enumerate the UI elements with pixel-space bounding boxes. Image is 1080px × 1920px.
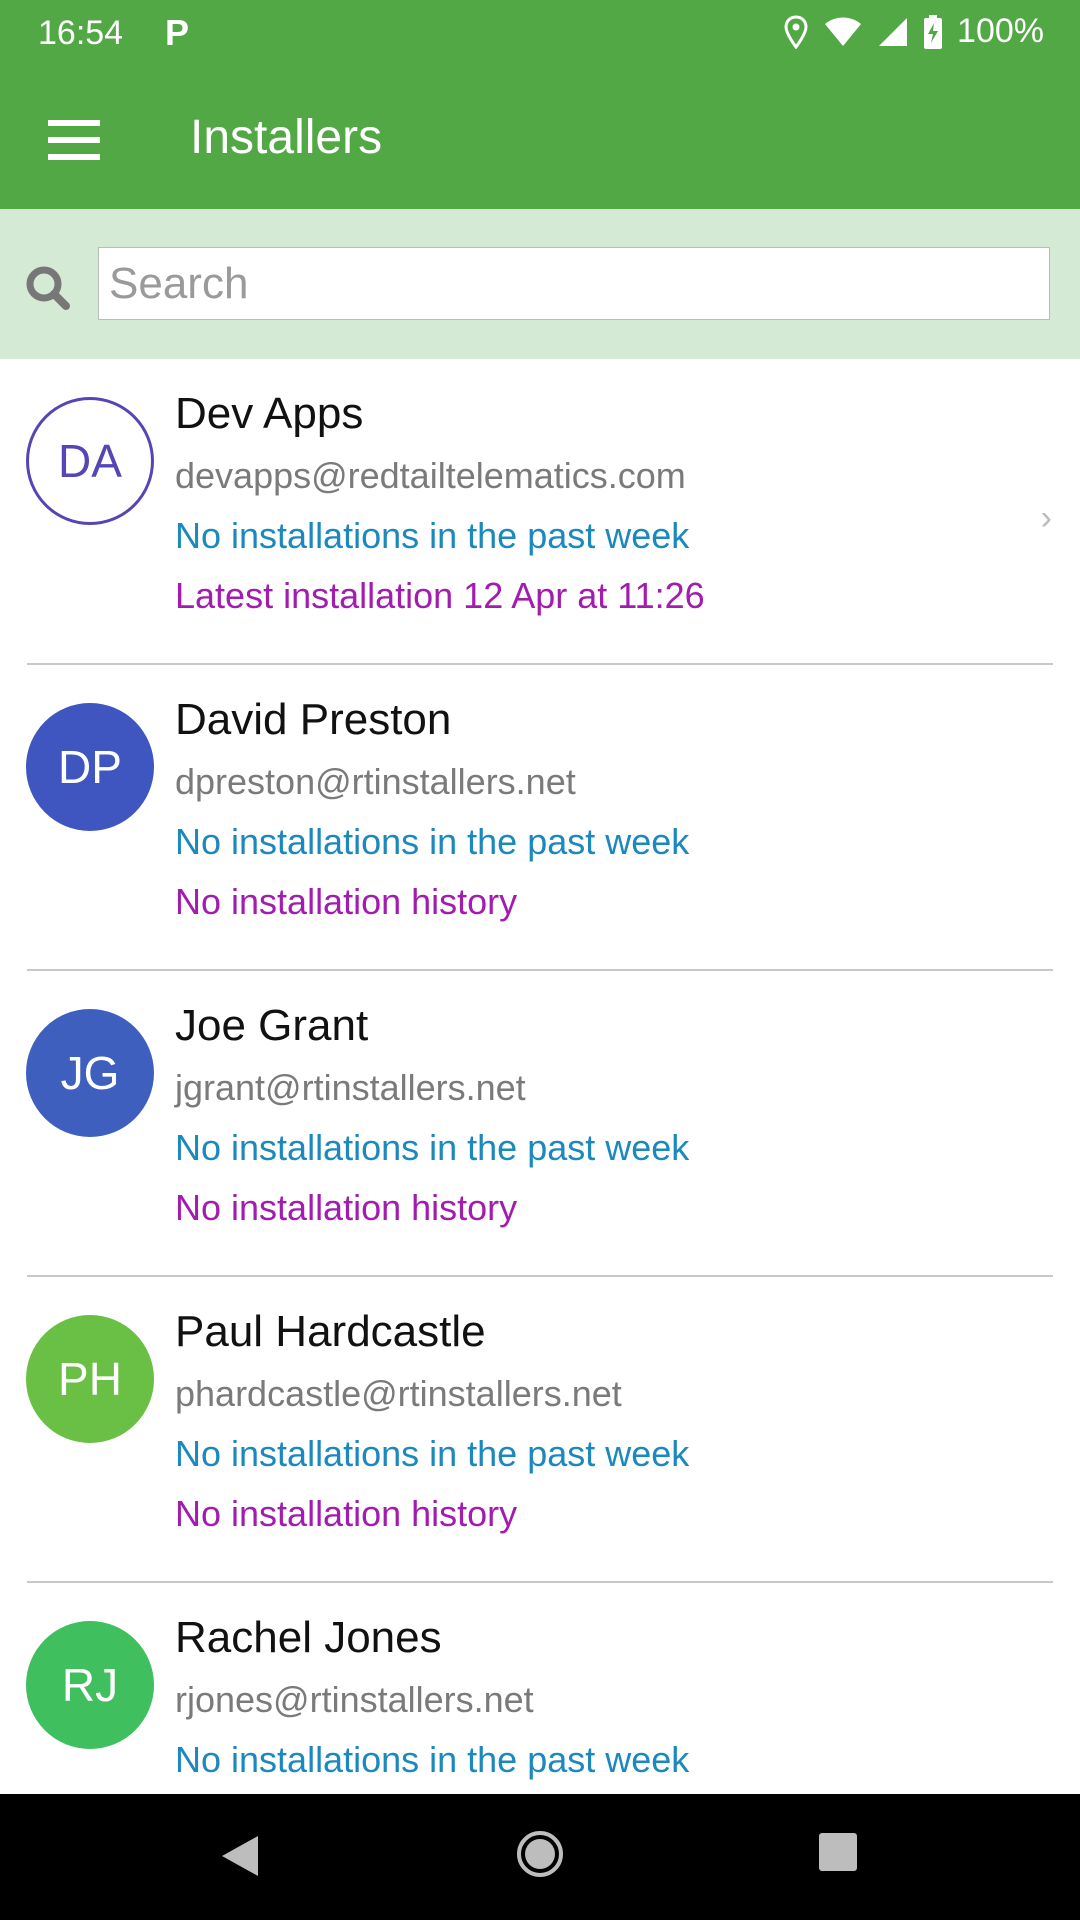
navigation-bar bbox=[0, 1794, 1080, 1920]
installer-list: DA Dev Apps devapps@redtailtelematics.co… bbox=[0, 359, 1080, 1889]
parking-p-icon: P bbox=[165, 12, 190, 53]
avatar: RJ bbox=[26, 1621, 154, 1749]
installation-history-status: No installation history bbox=[175, 1187, 518, 1228]
installer-name: Dev Apps bbox=[175, 389, 364, 438]
weekly-installations-status: No installations in the past week bbox=[175, 1127, 690, 1168]
wifi-icon bbox=[825, 16, 862, 46]
location-icon bbox=[784, 14, 808, 49]
avatar: PH bbox=[26, 1315, 154, 1443]
chevron-right-icon: › bbox=[1040, 499, 1052, 537]
list-item[interactable]: PH Paul Hardcastle phardcastle@rtinstall… bbox=[0, 1277, 1080, 1583]
recents-icon[interactable] bbox=[818, 1832, 858, 1872]
search-icon bbox=[26, 266, 70, 310]
weekly-installations-status: No installations in the past week bbox=[175, 515, 690, 556]
installer-email: devapps@redtailtelematics.com bbox=[175, 455, 686, 496]
installation-history-status: No installation history bbox=[175, 1493, 518, 1534]
installer-name: Rachel Jones bbox=[175, 1613, 442, 1662]
page-title: Installers bbox=[190, 111, 383, 164]
installer-email: rjones@rtinstallers.net bbox=[175, 1679, 534, 1720]
signal-icon bbox=[879, 17, 908, 46]
installer-name: David Preston bbox=[175, 695, 452, 744]
battery-charging-icon bbox=[924, 14, 943, 49]
weekly-installations-status: No installations in the past week bbox=[175, 1433, 690, 1474]
list-item[interactable]: DP David Preston dpreston@rtinstallers.n… bbox=[0, 665, 1080, 971]
installer-name: Paul Hardcastle bbox=[175, 1307, 486, 1356]
installation-history-status: Latest installation 12 Apr at 11:26 bbox=[175, 575, 705, 616]
list-item[interactable]: JG Joe Grant jgrant@rtinstallers.net No … bbox=[0, 971, 1080, 1277]
installer-email: dpreston@rtinstallers.net bbox=[175, 761, 576, 802]
installation-history-status: No installation history bbox=[175, 881, 518, 922]
home-icon[interactable] bbox=[516, 1830, 564, 1878]
status-bar: 16:54 P 100% bbox=[0, 0, 1080, 70]
app-bar: Installers bbox=[0, 70, 1080, 209]
weekly-installations-status: No installations in the past week bbox=[175, 1739, 690, 1780]
back-icon[interactable] bbox=[218, 1832, 262, 1880]
avatar: DA bbox=[26, 397, 154, 525]
search-input[interactable] bbox=[98, 247, 1050, 320]
installer-email: jgrant@rtinstallers.net bbox=[175, 1067, 526, 1108]
installer-name: Joe Grant bbox=[175, 1001, 369, 1050]
installer-email: phardcastle@rtinstallers.net bbox=[175, 1373, 622, 1414]
weekly-installations-status: No installations in the past week bbox=[175, 821, 690, 862]
search-bar bbox=[0, 209, 1080, 359]
avatar: JG bbox=[26, 1009, 154, 1137]
hamburger-menu-icon[interactable] bbox=[48, 120, 100, 160]
list-item[interactable]: DA Dev Apps devapps@redtailtelematics.co… bbox=[0, 359, 1080, 665]
status-time: 16:54 bbox=[38, 14, 124, 52]
battery-percent: 100% bbox=[957, 12, 1044, 50]
avatar: DP bbox=[26, 703, 154, 831]
